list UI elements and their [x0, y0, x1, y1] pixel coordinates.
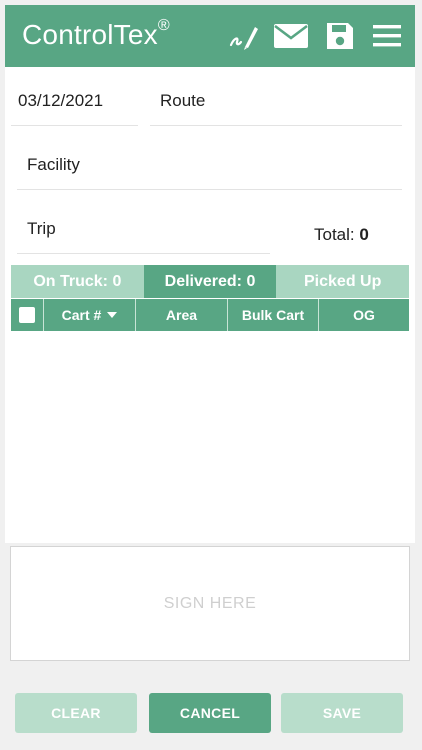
signature-icon[interactable] [227, 21, 261, 51]
mail-icon[interactable] [273, 21, 309, 51]
app-screen: ControlTex® 03/12/2021 Route Facility Tr… [5, 5, 415, 745]
column-og[interactable]: OG [318, 299, 409, 331]
select-all-cell [11, 299, 43, 331]
cancel-button[interactable]: CANCEL [149, 693, 271, 733]
signature-placeholder: SIGN HERE [163, 595, 257, 612]
total-display: Total: 0 [314, 225, 369, 245]
trip-field[interactable]: Trip [17, 195, 270, 254]
facility-field[interactable]: Facility [17, 131, 402, 190]
menu-icon[interactable] [372, 21, 402, 51]
date-field[interactable]: 03/12/2021 [11, 67, 138, 126]
total-value: 0 [359, 225, 369, 244]
tab-on-truck[interactable]: On Truck: 0 [11, 265, 144, 298]
route-field[interactable]: Route [150, 67, 402, 126]
column-bulk-cart-label: Bulk Cart [241, 307, 305, 323]
clear-button[interactable]: CLEAR [15, 693, 137, 733]
route-placeholder: Route [160, 91, 206, 110]
column-cart-number[interactable]: Cart # [43, 299, 135, 331]
select-all-checkbox[interactable] [19, 306, 35, 323]
status-tabs: On Truck: 0 Delivered: 0 Picked Up [11, 265, 410, 298]
brand-name: ControlTex [22, 19, 158, 50]
column-area-label: Area [165, 307, 198, 323]
tab-picked-up[interactable]: Picked Up [276, 265, 410, 298]
save-button[interactable]: SAVE [281, 693, 403, 733]
column-bulk-cart[interactable]: Bulk Cart [227, 299, 318, 331]
save-icon[interactable] [325, 21, 355, 51]
total-label: Total: [314, 225, 355, 244]
app-title: ControlTex® [22, 16, 170, 51]
facility-placeholder: Facility [27, 155, 80, 174]
top-app-bar: ControlTex® [5, 5, 415, 67]
signature-pad[interactable]: SIGN HERE [10, 546, 410, 661]
registered-mark: ® [157, 16, 170, 34]
sort-down-icon [107, 311, 118, 318]
date-value: 03/12/2021 [18, 91, 104, 110]
signature-section: SIGN HERE CLEAR CANCEL SAVE [5, 543, 415, 745]
trip-placeholder: Trip [27, 219, 56, 238]
column-cart-label: Cart # [61, 307, 102, 323]
column-area[interactable]: Area [135, 299, 227, 331]
table-header: Cart # Area Bulk Cart OG [11, 299, 409, 331]
column-og-label: OG [353, 307, 375, 323]
tab-delivered[interactable]: Delivered: 0 [143, 265, 277, 298]
